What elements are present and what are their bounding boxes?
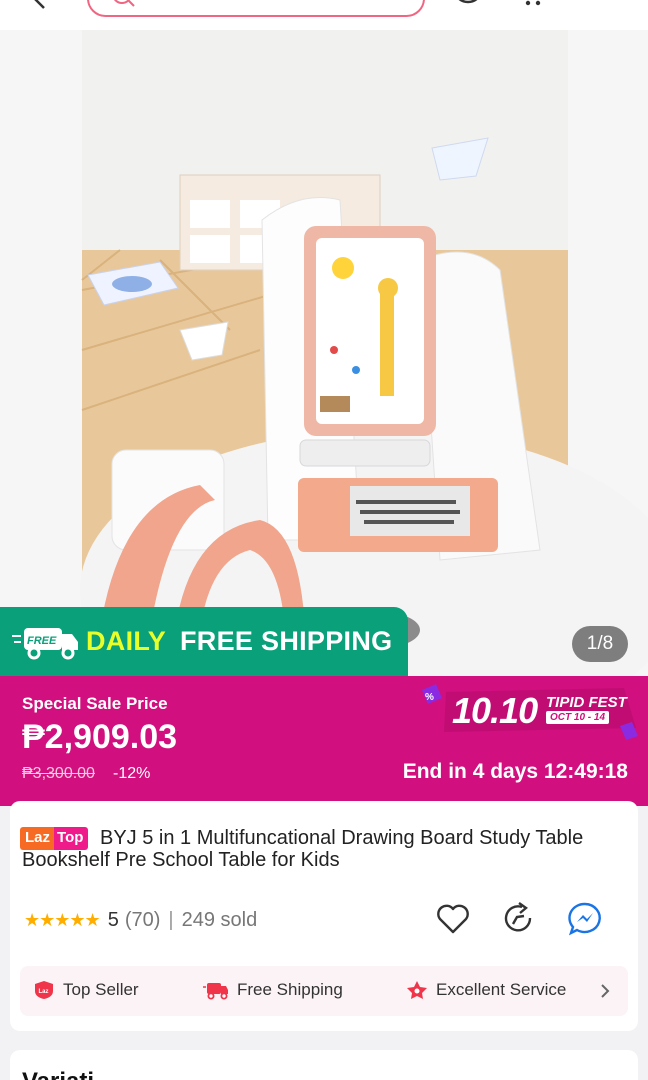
top-seller-icon: Laz	[35, 981, 53, 999]
wishlist-heart-icon[interactable]	[434, 900, 472, 938]
search-input[interactable]	[87, 0, 425, 17]
free-shipping-icon	[203, 983, 228, 1000]
rating-row[interactable]: ★★★★★ 5 (70) | 249 sold	[24, 906, 257, 934]
chevron-right-icon[interactable]	[598, 980, 612, 1002]
excellent-service-icon	[407, 981, 427, 999]
current-price: ₱2,909.03	[22, 718, 178, 756]
campaign-dates: OCT 10 - 14	[546, 711, 610, 724]
svg-text:Laz: Laz	[39, 989, 49, 995]
rating-score: 5	[107, 908, 119, 931]
badge-top-seller: Laz Top Seller	[33, 980, 139, 1000]
free-shipping-truck-icon: FREE	[12, 628, 78, 660]
daily-text: DAILY	[86, 626, 167, 656]
badge-free-shipping-label: Free Shipping	[237, 980, 343, 999]
sale-price-label: Special Sale Price	[22, 694, 168, 713]
campaign-number: 10.10	[452, 690, 538, 731]
sold-count: 249 sold	[181, 908, 258, 931]
sale-countdown: End in 4 days 12:49:18	[402, 760, 628, 783]
laztop-badge: Laz Top	[20, 827, 89, 850]
cart-icon[interactable]	[520, 0, 546, 8]
original-price: ₱3,300.00	[22, 765, 95, 782]
back-arrow-icon[interactable]	[30, 0, 52, 10]
image-counter: 1/8	[572, 626, 628, 662]
product-title: BYJ 5 in 1 Multifuncational Drawing Boar…	[22, 827, 584, 871]
free-badge-text: FREE	[27, 635, 57, 647]
search-icon	[114, 0, 135, 7]
product-image-gallery[interactable]	[0, 30, 648, 676]
free-shipping-text: FREE SHIPPING	[180, 626, 393, 656]
messenger-icon[interactable]	[566, 900, 604, 938]
badge-excellent-service-label: Excellent Service	[436, 980, 567, 999]
star-rating-icon: ★★★★★	[24, 909, 101, 930]
rating-separator: |	[168, 908, 174, 931]
laztop-badge-part2: Top	[54, 827, 89, 850]
discount-percent: -12%	[113, 765, 151, 782]
badge-free-shipping: Free Shipping	[203, 980, 343, 1000]
svg-text:%: %	[425, 692, 434, 703]
variations-title: Variati...	[22, 1068, 114, 1080]
share-icon[interactable]	[500, 900, 538, 938]
product-image	[0, 30, 648, 676]
laztop-badge-part1: Laz	[20, 827, 55, 850]
review-count: (70)	[124, 908, 161, 931]
campaign-name: TIPID FEST	[546, 694, 627, 711]
badge-excellent-service: Excellent Service	[406, 980, 566, 1000]
badge-top-seller-label: Top Seller	[63, 980, 139, 999]
account-icon[interactable]	[452, 0, 484, 8]
